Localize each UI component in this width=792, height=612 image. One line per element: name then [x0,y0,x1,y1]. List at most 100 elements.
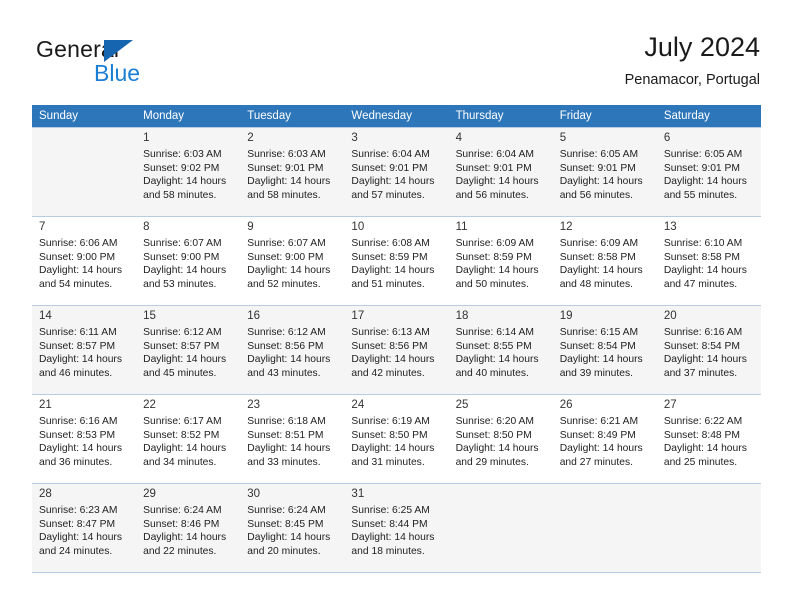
day-sun-info: Sunrise: 6:24 AM Sunset: 8:45 PM Daylight:… [247,504,338,558]
daylight-line-1: Daylight: 14 hours [39,443,122,455]
daylight-line-2: and 42 minutes. [351,367,425,379]
day-cell-content: 7 Sunrise: 6:06 AM Sunset: 9:00 PM Daylight… [32,217,136,305]
daylight-line-2: and 58 minutes. [143,189,217,201]
day-number: 12 [559,221,573,233]
day-number: 27 [663,399,677,411]
day-sun-info: Sunrise: 6:05 AM Sunset: 9:01 PM Daylight:… [664,148,755,202]
sunrise-line: Sunrise: 6:16 AM [663,327,743,338]
day-sun-info: Sunrise: 6:10 AM Sunset: 8:58 PM Daylight:… [664,237,755,291]
calendar-day-cell-empty [656,483,761,573]
day-cell-content: 3 Sunrise: 6:04 AM Sunset: 9:01 PM Daylight… [344,128,448,216]
calendar-day-cell[interactable]: 16 Sunrise: 6:12 AM Sunset: 8:56 PM Dayligh… [240,305,345,395]
calendar-day-cell[interactable]: 31 Sunrise: 6:25 AM Sunset: 8:44 PM Dayligh… [344,483,449,573]
calendar-day-cell[interactable]: 9 Sunrise: 6:07 AM Sunset: 9:00 PM Daylight… [240,216,345,306]
calendar-day-cell[interactable]: 26 Sunrise: 6:21 AM Sunset: 8:49 PM Dayligh… [552,394,657,484]
sunrise-line: Sunrise: 6:09 AM [559,238,639,249]
sunrise-line: Sunrise: 6:18 AM [247,416,326,427]
calendar-day-cell[interactable]: 8 Sunrise: 6:07 AM Sunset: 9:00 PM Daylight… [136,216,241,306]
calendar-day-cell[interactable]: 25 Sunrise: 6:20 AM Sunset: 8:50 PM Dayligh… [448,394,553,484]
day-number: 30 [247,488,261,500]
day-cell-content: 1 Sunrise: 6:03 AM Sunset: 9:02 PM Daylight… [136,128,240,216]
calendar-day-cell-empty [32,127,137,217]
calendar-day-cell[interactable]: 7 Sunrise: 6:06 AM Sunset: 9:00 PM Daylight… [32,216,137,306]
calendar-day-cell[interactable]: 20 Sunrise: 6:16 AM Sunset: 8:54 PM Dayligh… [656,305,761,395]
day-cell-content: 14 Sunrise: 6:11 AM Sunset: 8:57 PM Dayligh… [32,306,136,394]
day-sun-info: Sunrise: 6:17 AM Sunset: 8:52 PM Daylight:… [143,415,234,469]
day-sun-info: Sunrise: 6:11 AM Sunset: 8:57 PM Daylight:… [39,326,130,380]
daylight-line-1: Daylight: 14 hours [143,265,227,277]
page-title: July 2024 [644,32,760,62]
weekday-header-saturday: Saturday [656,105,761,128]
calendar-day-cell[interactable]: 29 Sunrise: 6:24 AM Sunset: 8:46 PM Dayligh… [136,483,241,573]
sunset-line: Sunset: 9:02 PM [143,162,220,174]
sunrise-line: Sunrise: 6:07 AM [143,238,222,249]
day-cell-content: 18 Sunrise: 6:14 AM Sunset: 8:55 PM Dayligh… [449,306,553,394]
sunrise-line: Sunrise: 6:13 AM [351,327,430,338]
calendar-day-cell[interactable]: 21 Sunrise: 6:16 AM Sunset: 8:53 PM Dayligh… [32,394,137,484]
daylight-line-2: and 34 minutes. [143,456,217,468]
sunrise-line: Sunrise: 6:22 AM [663,416,743,427]
calendar-day-cell[interactable]: 13 Sunrise: 6:10 AM Sunset: 8:58 PM Dayligh… [656,216,761,306]
day-sun-info: Sunrise: 6:21 AM Sunset: 8:49 PM Daylight:… [560,415,651,469]
daylight-line-2: and 48 minutes. [559,278,633,290]
daylight-line-1: Daylight: 14 hours [455,443,539,455]
day-cell-content: 5 Sunrise: 6:05 AM Sunset: 9:01 PM Daylight… [553,128,657,216]
weekday-header-tuesday: Tuesday [240,105,345,128]
sunrise-line: Sunrise: 6:24 AM [143,505,222,516]
calendar-day-cell[interactable]: 15 Sunrise: 6:12 AM Sunset: 8:57 PM Dayligh… [136,305,241,395]
day-number: 9 [247,221,254,233]
day-number: 18 [455,310,469,322]
day-number: 21 [39,399,52,411]
calendar-day-cell[interactable]: 23 Sunrise: 6:18 AM Sunset: 8:51 PM Dayligh… [240,394,345,484]
sunrise-line: Sunrise: 6:07 AM [247,238,326,249]
daylight-line-2: and 36 minutes. [39,456,113,468]
day-sun-info: Sunrise: 6:05 AM Sunset: 9:01 PM Daylight:… [560,148,651,202]
calendar-day-cell[interactable]: 24 Sunrise: 6:19 AM Sunset: 8:50 PM Dayligh… [344,394,449,484]
day-sun-info: Sunrise: 6:15 AM Sunset: 8:54 PM Daylight:… [560,326,651,380]
calendar-day-cell[interactable]: 12 Sunrise: 6:09 AM Sunset: 8:58 PM Dayligh… [552,216,657,306]
daylight-line-1: Daylight: 14 hours [39,532,122,544]
daylight-line-2: and 40 minutes. [455,367,529,379]
calendar-day-cell[interactable]: 18 Sunrise: 6:14 AM Sunset: 8:55 PM Dayligh… [448,305,553,395]
daylight-line-2: and 22 minutes. [143,545,217,557]
calendar-day-cell[interactable]: 27 Sunrise: 6:22 AM Sunset: 8:48 PM Dayligh… [656,394,761,484]
calendar-day-cell[interactable]: 1 Sunrise: 6:03 AM Sunset: 9:02 PM Daylight… [136,127,241,217]
daylight-line-2: and 53 minutes. [143,278,217,290]
calendar-day-cell[interactable]: 3 Sunrise: 6:04 AM Sunset: 9:01 PM Daylight… [344,127,449,217]
calendar-day-cell[interactable]: 10 Sunrise: 6:08 AM Sunset: 8:59 PM Dayligh… [344,216,449,306]
daylight-line-1: Daylight: 14 hours [455,354,539,366]
day-cell-content: 27 Sunrise: 6:22 AM Sunset: 8:48 PM Dayligh… [657,395,761,483]
day-number: 4 [455,132,462,144]
sunset-line: Sunset: 9:00 PM [247,251,324,263]
calendar-day-cell[interactable]: 28 Sunrise: 6:23 AM Sunset: 8:47 PM Dayligh… [32,483,137,573]
daylight-line-1: Daylight: 14 hours [39,354,122,366]
calendar-day-cell[interactable]: 30 Sunrise: 6:24 AM Sunset: 8:45 PM Dayligh… [240,483,345,573]
day-cell-content: 31 Sunrise: 6:25 AM Sunset: 8:44 PM Dayligh… [344,484,448,572]
sunrise-line: Sunrise: 6:03 AM [143,149,222,160]
calendar-week-row: 7 Sunrise: 6:06 AM Sunset: 9:00 PM Daylight… [32,216,761,306]
sunset-line: Sunset: 8:50 PM [351,429,428,441]
calendar-day-cell[interactable]: 19 Sunrise: 6:15 AM Sunset: 8:54 PM Dayligh… [552,305,657,395]
calendar-day-cell[interactable]: 11 Sunrise: 6:09 AM Sunset: 8:59 PM Dayligh… [448,216,553,306]
sunset-line: Sunset: 8:52 PM [143,429,220,441]
sunset-line: Sunset: 8:57 PM [39,340,116,352]
calendar-day-cell[interactable]: 2 Sunrise: 6:03 AM Sunset: 9:01 PM Daylight… [240,127,345,217]
day-sun-info: Sunrise: 6:16 AM Sunset: 8:53 PM Daylight:… [39,415,130,469]
day-number: 8 [143,221,150,233]
day-number: 28 [39,488,52,500]
calendar-day-cell[interactable]: 17 Sunrise: 6:13 AM Sunset: 8:56 PM Dayligh… [344,305,449,395]
daylight-line-1: Daylight: 14 hours [663,354,747,366]
calendar-day-cell[interactable]: 5 Sunrise: 6:05 AM Sunset: 9:01 PM Daylight… [552,127,657,217]
sunset-line: Sunset: 9:01 PM [351,162,428,174]
day-number: 24 [351,399,365,411]
calendar-day-cell[interactable]: 22 Sunrise: 6:17 AM Sunset: 8:52 PM Dayligh… [136,394,241,484]
calendar-day-cell[interactable]: 14 Sunrise: 6:11 AM Sunset: 8:57 PM Dayligh… [32,305,137,395]
day-cell-content: 13 Sunrise: 6:10 AM Sunset: 8:58 PM Dayligh… [657,217,761,305]
sunset-line: Sunset: 8:55 PM [455,340,532,352]
calendar-day-cell[interactable]: 4 Sunrise: 6:04 AM Sunset: 9:01 PM Daylight… [448,127,553,217]
general-blue-logo[interactable]: General Blue [36,36,266,94]
sunrise-line: Sunrise: 6:14 AM [455,327,534,338]
daylight-line-2: and 33 minutes. [247,456,321,468]
calendar-day-cell[interactable]: 6 Sunrise: 6:05 AM Sunset: 9:01 PM Daylight… [656,127,761,217]
daylight-line-2: and 51 minutes. [351,278,425,290]
